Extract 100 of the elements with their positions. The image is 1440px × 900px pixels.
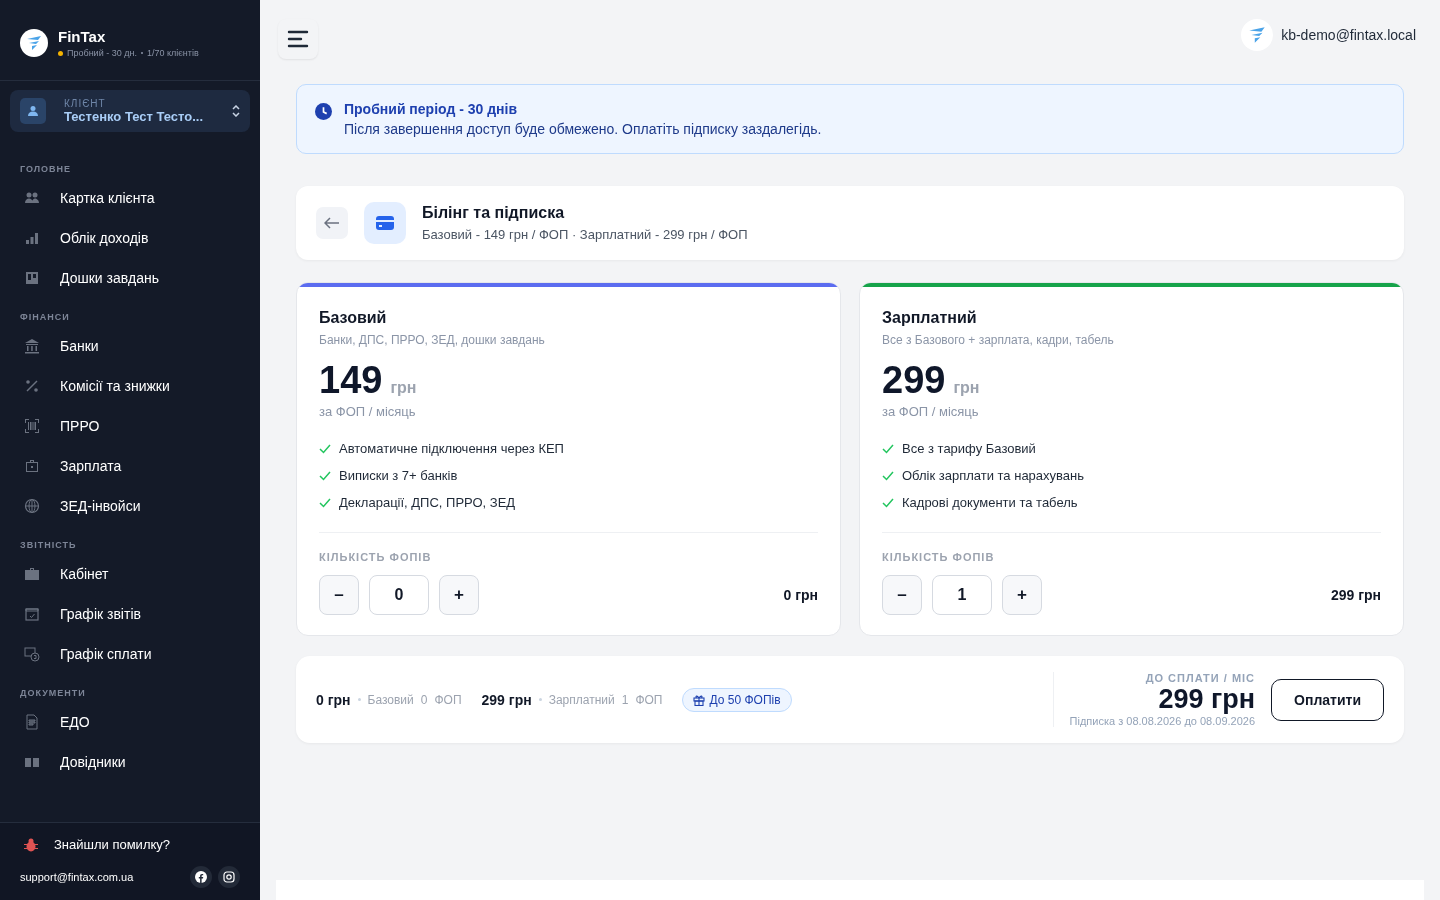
- feature-text: Кадрові документи та табель: [902, 495, 1078, 510]
- arrow-left-icon: [324, 217, 340, 229]
- price-period: за ФОП / місяць: [319, 404, 417, 419]
- nav-section-title: ГОЛОВНЕ: [19, 163, 73, 176]
- plan-price: 299: [882, 359, 946, 402]
- toolbox-icon: [24, 458, 40, 474]
- percent-icon: [24, 378, 40, 394]
- feature-text: Все з тарифу Базовий: [902, 441, 1036, 456]
- quantity-label: КІЛЬКІСТЬ ФОПІВ: [882, 551, 996, 563]
- plan-name: Базовий: [319, 309, 388, 327]
- pay-button[interactable]: Оплатити: [1271, 678, 1384, 721]
- client-count: 1/70 клієнтів: [146, 48, 199, 58]
- chevron-updown-icon: [232, 105, 240, 117]
- instagram-button[interactable]: [218, 866, 240, 888]
- document-icon: [24, 714, 40, 730]
- bank-icon: [24, 338, 40, 354]
- nav-item[interactable]: Довідники: [0, 742, 260, 782]
- nav-item[interactable]: Дошки завдань: [0, 258, 260, 298]
- person-icon: [27, 105, 39, 117]
- summary-unit: ФОП: [635, 692, 663, 707]
- client-name: Тестенко Тест Тесто...: [64, 109, 205, 124]
- quantity-field[interactable]: 0: [369, 575, 429, 615]
- page-subtitle: Базовий - 149 грн / ФОП · Зарплатний - 299 грн / ФОП: [422, 227, 748, 242]
- nav-item[interactable]: Зарплата: [0, 446, 260, 486]
- bar-chart-icon: [24, 230, 40, 246]
- plan-status: Пробний - 30 дн.: [67, 48, 137, 58]
- nav-item[interactable]: ПРРО: [0, 406, 260, 446]
- summary-unit: ФОП: [434, 692, 462, 707]
- nav-item[interactable]: Картка клієнта: [0, 178, 260, 218]
- payment-calendar-icon: [24, 646, 40, 662]
- plan-price: 149: [319, 359, 383, 402]
- back-button[interactable]: [316, 207, 348, 239]
- due-label: ДО СПЛАТИ / МІС: [1145, 672, 1256, 684]
- check-icon: [882, 470, 894, 481]
- increment-button[interactable]: +: [439, 575, 479, 615]
- facebook-icon: [195, 871, 207, 883]
- nav-section-title: ЗВІТНІСТЬ: [19, 539, 78, 552]
- summary-plan: Базовий: [367, 692, 414, 707]
- nav-section-title: ДОКУМЕНТИ: [19, 687, 87, 700]
- nav-item[interactable]: Графік сплати: [0, 634, 260, 674]
- nav-item[interactable]: Комісії та знижки: [0, 366, 260, 406]
- subscription-period: Підписка з 08.08.2026 до 08.09.2026: [1069, 715, 1256, 727]
- plan-name: Зарплатний: [882, 309, 978, 327]
- decrement-button[interactable]: –: [882, 575, 922, 615]
- people-icon: [24, 190, 40, 206]
- menu-button[interactable]: [278, 19, 318, 59]
- report-bug-link[interactable]: Знайшли помилку?: [20, 837, 240, 852]
- support-email[interactable]: support@fintax.com.ua: [20, 871, 134, 883]
- plan-description: Все з Базового + зарплата, кадри, табель: [882, 333, 1115, 347]
- summary-amount: 299 грн: [481, 691, 532, 708]
- barcode-icon: [24, 418, 40, 434]
- briefcase-icon: [24, 566, 40, 582]
- price-currency: грн: [390, 379, 417, 397]
- facebook-button[interactable]: [190, 866, 212, 888]
- banner-text: Після завершення доступ буде обмежено. Оплатіть підписку заздалегідь.: [344, 121, 822, 137]
- price-currency: грн: [953, 379, 980, 397]
- bug-icon: [24, 837, 38, 852]
- feature-text: Виписки з 7+ банків: [339, 468, 458, 483]
- banner-title: Пробний період - 30 днів: [344, 101, 519, 117]
- clock-icon: [315, 103, 332, 120]
- summary-count: 0: [420, 692, 428, 707]
- plan-total: 0 грн: [783, 587, 818, 603]
- menu-icon: [287, 30, 309, 48]
- feature-text: Облік зарплати та нарахувань: [902, 468, 1085, 483]
- nav-item[interactable]: ЗЕД-інвойси: [0, 486, 260, 526]
- nav-item[interactable]: Облік доходів: [0, 218, 260, 258]
- summary-amount: 0 грн: [316, 691, 351, 708]
- client-label: КЛІЄНТ: [64, 98, 107, 109]
- nav-item[interactable]: Кабінет: [0, 554, 260, 594]
- due-amount: 299 грн: [1158, 684, 1256, 715]
- status-dot-icon: [58, 50, 63, 56]
- nav-item[interactable]: Банки: [0, 326, 260, 366]
- client-selector[interactable]: КЛІЄНТ Тестенко Тест Тесто...: [10, 90, 250, 132]
- quantity-label: КІЛЬКІСТЬ ФОПІВ: [319, 551, 433, 563]
- increment-button[interactable]: +: [1002, 575, 1042, 615]
- check-icon: [319, 470, 331, 481]
- nav-section-title: ФІНАНСИ: [19, 311, 71, 324]
- nav-item[interactable]: ЕДО: [0, 702, 260, 742]
- plan-description: Банки, ДПС, ПРРО, ЗЕД, дошки завдань: [319, 333, 546, 347]
- gift-icon: [693, 693, 706, 706]
- app-name: FinTax: [58, 28, 107, 45]
- plan-total: 299 грн: [1330, 587, 1381, 603]
- summary-plan: Зарплатний: [548, 692, 615, 707]
- check-icon: [319, 497, 331, 508]
- globe-icon: [24, 498, 40, 514]
- nav-item[interactable]: Графік звітів: [0, 594, 260, 634]
- feature-text: Автоматичне підключення через КЕП: [339, 441, 564, 456]
- limit-badge: До 50 ФОПів: [682, 687, 792, 712]
- decrement-button[interactable]: –: [319, 575, 359, 615]
- summary-count: 1: [621, 692, 629, 707]
- credit-card-icon: [375, 215, 395, 231]
- quantity-field[interactable]: 1: [932, 575, 992, 615]
- check-icon: [882, 497, 894, 508]
- user-email[interactable]: kb-demo@fintax.local: [1281, 27, 1416, 43]
- check-icon: [319, 443, 331, 454]
- feature-text: Декларації, ДПС, ПРРО, ЗЕД: [339, 495, 516, 510]
- check-icon: [882, 443, 894, 454]
- calendar-icon: [24, 606, 40, 622]
- price-period: за ФОП / місяць: [882, 404, 980, 419]
- board-icon: [24, 270, 40, 286]
